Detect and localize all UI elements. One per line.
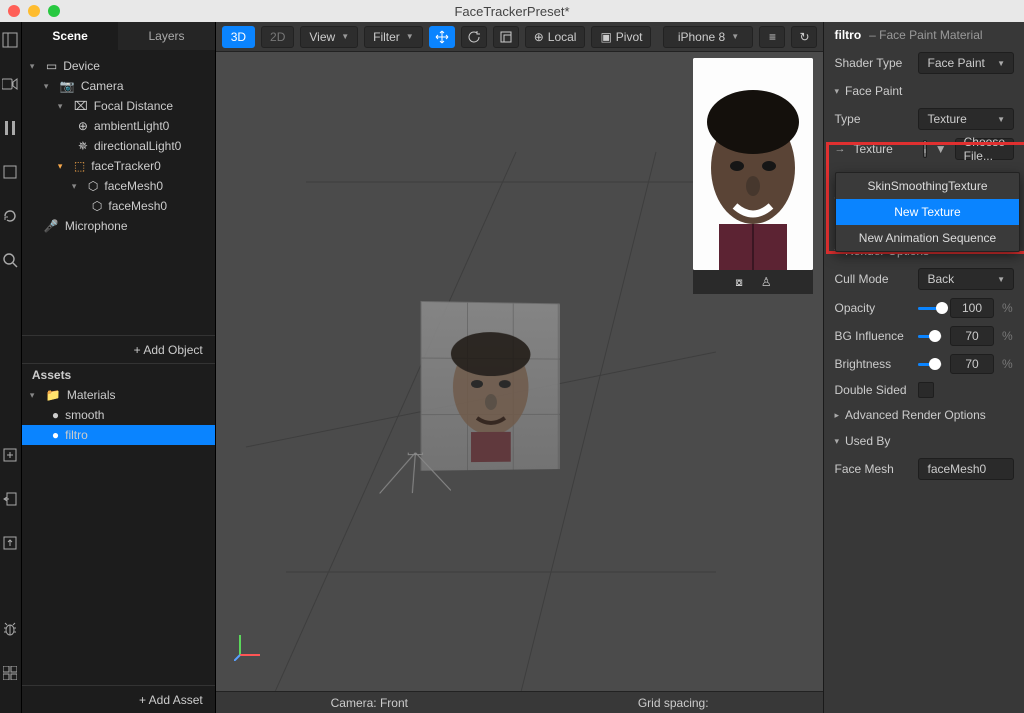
filter-dropdown[interactable]: Filter▼: [364, 26, 423, 48]
node-microphone[interactable]: 🎤 Microphone: [22, 216, 215, 236]
shader-type-label: Shader Type: [834, 56, 910, 70]
mode-3d-button[interactable]: 3D: [222, 26, 255, 48]
close-window-button[interactable]: [8, 5, 20, 17]
dd-new-texture[interactable]: New Texture: [836, 199, 1019, 225]
video-icon[interactable]: [0, 74, 20, 94]
properties-panel: filtro – Face Paint Material Shader Type…: [823, 22, 1024, 713]
node-ambient[interactable]: ⊕ ambientLight0: [22, 116, 215, 136]
axes-gizmo: [234, 631, 264, 661]
add-object-button[interactable]: + Add Object: [22, 335, 215, 363]
node-materials[interactable]: ▾📁 Materials: [22, 385, 215, 405]
opacity-label: Opacity: [834, 301, 910, 315]
link-icon[interactable]: →: [834, 143, 845, 155]
square-icon[interactable]: [0, 162, 20, 182]
scene-panel: Scene Layers ▾▭ Device ▾📷 Camera ▾⌧ Foca…: [22, 22, 216, 713]
asset-smooth[interactable]: ● smooth: [22, 405, 215, 425]
material-subtitle: – Face Paint Material: [869, 28, 982, 42]
viewport-footer: Camera: Front Grid spacing:: [216, 691, 824, 713]
node-focal[interactable]: ▾⌧ Focal Distance: [22, 96, 215, 116]
asset-filtro[interactable]: ● filtro: [22, 425, 215, 445]
search-icon[interactable]: [0, 250, 20, 270]
texture-label: Texture: [853, 142, 915, 156]
add-asset-button[interactable]: + Add Asset: [22, 685, 215, 713]
mode-2d-button[interactable]: 2D: [261, 26, 294, 48]
zoom-window-button[interactable]: [48, 5, 60, 17]
canvas-3d[interactable]: ⧇ ♙: [216, 52, 824, 691]
upload-icon[interactable]: [0, 533, 20, 553]
grid-spacing-label: Grid spacing:: [638, 696, 709, 710]
facemesh-label: Face Mesh: [834, 462, 910, 476]
capture-icon[interactable]: ⧇: [735, 275, 743, 290]
node-directional[interactable]: ✵ directionalLight0: [22, 136, 215, 156]
face-mesh-plane: [379, 300, 579, 504]
section-usedby[interactable]: ▾Used By: [824, 428, 1024, 454]
pause-icon[interactable]: [0, 118, 20, 138]
texture-dropdown-menu: SkinSmoothingTexture New Texture New Ani…: [835, 172, 1020, 252]
brightness-slider[interactable]: [918, 363, 942, 366]
texture-swatch[interactable]: [923, 140, 926, 158]
node-camera[interactable]: ▾📷 Camera: [22, 76, 215, 96]
node-facemesh-child[interactable]: ⬡ faceMesh0: [22, 196, 215, 216]
tab-scene[interactable]: Scene: [22, 22, 118, 50]
minimize-window-button[interactable]: [28, 5, 40, 17]
facemesh-value[interactable]: faceMesh0: [918, 458, 1014, 480]
node-facetracker[interactable]: ▾⬚ faceTracker0: [22, 156, 215, 176]
opacity-value[interactable]: 100: [950, 298, 994, 318]
assets-tree: ▾📁 Materials ● smooth ● filtro: [22, 385, 215, 685]
device-dropdown[interactable]: iPhone 8▼: [663, 26, 753, 48]
material-name: filtro: [834, 28, 861, 42]
type-select[interactable]: Texture▼: [918, 108, 1014, 130]
viewport: 3D 2D View▼ Filter▼ ⊕ Local ▣ Pivot iPho…: [216, 22, 824, 713]
rotate-tool-button[interactable]: [461, 26, 487, 48]
tab-layers[interactable]: Layers: [118, 22, 214, 50]
doublesided-checkbox[interactable]: [918, 382, 934, 398]
node-device[interactable]: ▾▭ Device: [22, 56, 215, 76]
document-title: FaceTrackerPreset*: [454, 4, 569, 19]
window-titlebar: FaceTrackerPreset*: [0, 0, 1024, 22]
dd-skin-smoothing[interactable]: SkinSmoothingTexture: [836, 173, 1019, 199]
node-facemesh-parent[interactable]: ▾⬡ faceMesh0: [22, 176, 215, 196]
left-toolbar: [0, 22, 22, 713]
camera-gizmo: [379, 452, 450, 493]
preview-face-graphic: [693, 58, 813, 270]
add-file-icon[interactable]: [0, 445, 20, 465]
rotate-preview-icon[interactable]: ↻: [791, 26, 817, 48]
refresh-icon[interactable]: [0, 206, 20, 226]
shader-type-select[interactable]: Face Paint▼: [918, 52, 1014, 74]
cull-select[interactable]: Back▼: [918, 268, 1014, 290]
layout-icon[interactable]: [0, 30, 20, 50]
export-icon[interactable]: [0, 489, 20, 509]
viewport-toolbar: 3D 2D View▼ Filter▼ ⊕ Local ▣ Pivot iPho…: [216, 22, 824, 52]
pivot-toggle[interactable]: ▣ Pivot: [591, 26, 651, 48]
opacity-slider[interactable]: [918, 307, 942, 310]
camera-label: Camera: Front: [331, 696, 408, 710]
cull-label: Cull Mode: [834, 272, 910, 286]
dd-new-animation[interactable]: New Animation Sequence: [836, 225, 1019, 251]
doublesided-label: Double Sided: [834, 383, 910, 397]
assets-heading: Assets: [22, 363, 215, 385]
grid-icon[interactable]: [0, 663, 20, 683]
brightness-label: Brightness: [834, 357, 910, 371]
play-person-icon[interactable]: ♙: [761, 275, 772, 289]
move-tool-button[interactable]: [429, 26, 455, 48]
list-view-icon[interactable]: ≡: [759, 26, 785, 48]
section-facepaint[interactable]: ▾Face Paint: [824, 78, 1024, 104]
bg-label: BG Influence: [834, 329, 910, 343]
bg-slider[interactable]: [918, 335, 942, 338]
bug-icon[interactable]: [0, 619, 20, 639]
scene-tree: ▾▭ Device ▾📷 Camera ▾⌧ Focal Distance ⊕ …: [22, 50, 215, 335]
section-advanced[interactable]: ▸Advanced Render Options: [824, 402, 1024, 428]
brightness-value[interactable]: 70: [950, 354, 994, 374]
local-toggle[interactable]: ⊕ Local: [525, 26, 586, 48]
device-preview: ⧇ ♙: [693, 58, 813, 294]
mesh-face-graphic: [441, 332, 540, 463]
choose-file-button[interactable]: Choose File...: [955, 138, 1014, 160]
bg-value[interactable]: 70: [950, 326, 994, 346]
type-label: Type: [834, 112, 910, 126]
view-dropdown[interactable]: View▼: [300, 26, 358, 48]
scale-tool-button[interactable]: [493, 26, 519, 48]
